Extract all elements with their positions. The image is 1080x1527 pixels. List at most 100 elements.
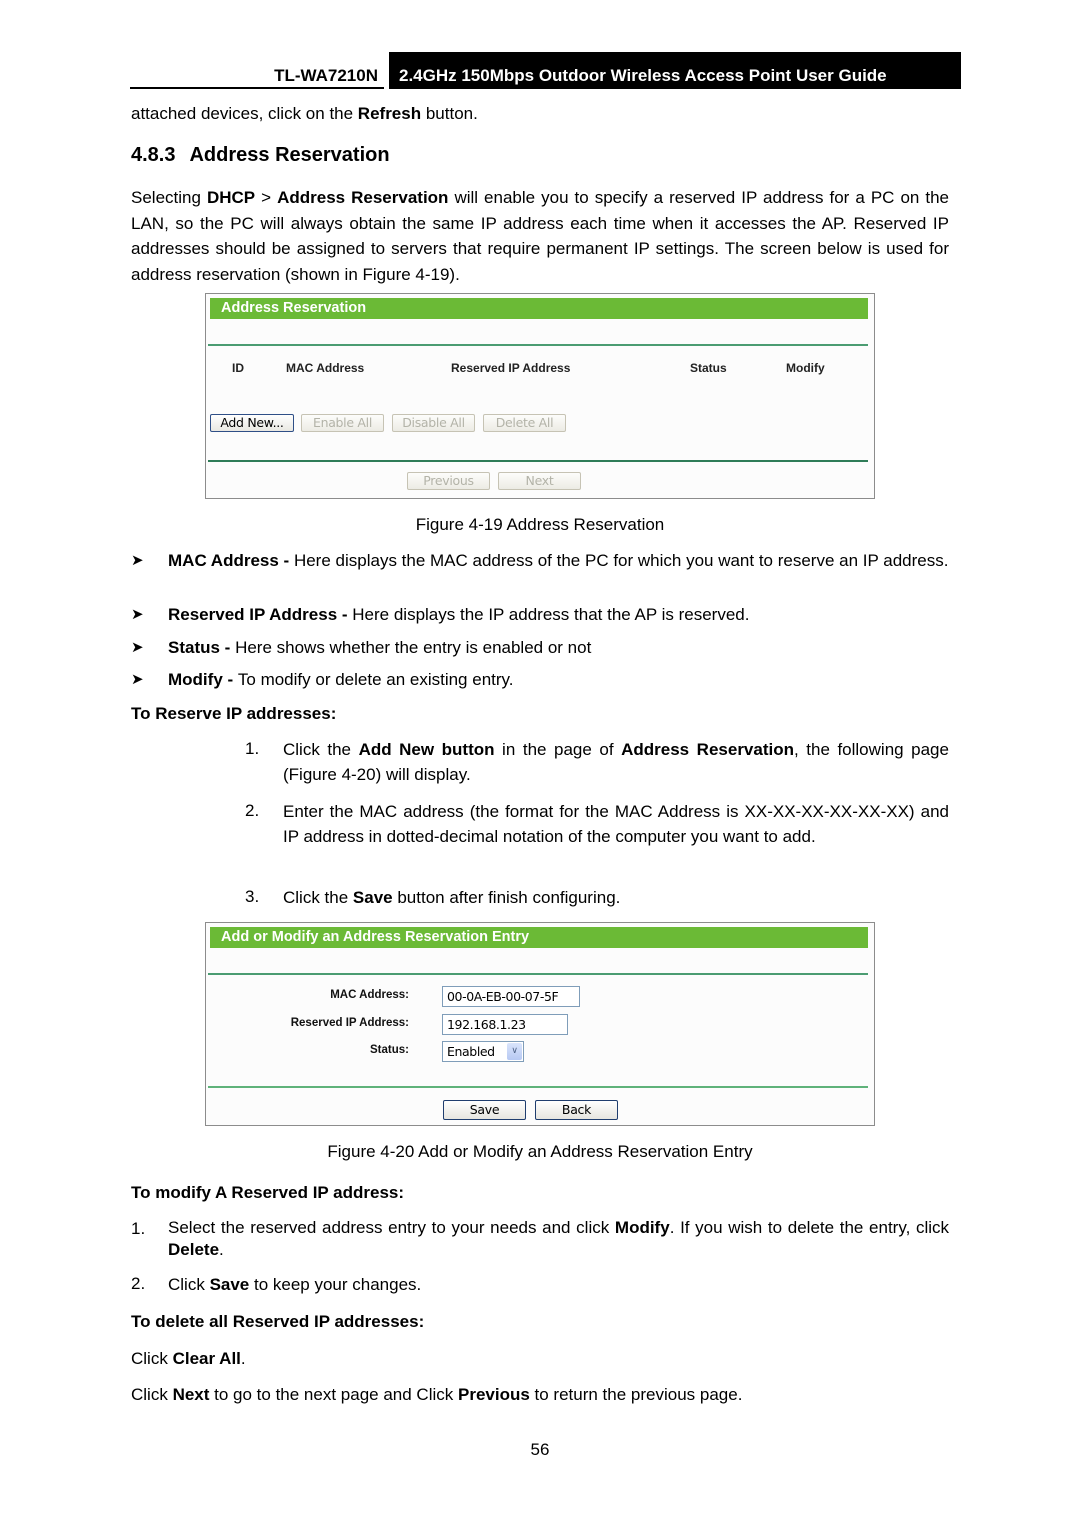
status-select[interactable]: Enabled ∨ <box>442 1041 524 1062</box>
panel-title-bar: Add or Modify an Address Reservation Ent… <box>210 927 868 948</box>
mac-address-label: MAC Address: <box>330 989 409 1001</box>
bullet-desc: To modify or delete an existing entry. <box>237 670 514 689</box>
intro-text: attached devices, click on the <box>131 104 358 123</box>
para-text: > <box>255 188 278 207</box>
line-text: to return the previous page. <box>529 1385 743 1404</box>
panel-separator-bottom <box>208 460 868 462</box>
save-button[interactable]: Save <box>443 1100 526 1120</box>
step-number: 1. <box>131 1219 146 1238</box>
modify-heading: To modify A Reserved IP address: <box>131 1183 405 1202</box>
step-text: Select the reserved address entry to you… <box>168 1218 615 1237</box>
status-select-value: Enabled <box>447 1044 495 1059</box>
column-header-modify: Modify <box>786 361 825 375</box>
reserve-step-2: Enter the MAC address (the format for th… <box>283 799 949 849</box>
chevron-down-icon[interactable]: ∨ <box>507 1043 522 1060</box>
arrow-bullet-icon: ➤ <box>131 606 144 623</box>
column-header-id: ID <box>232 361 244 375</box>
bullet-desc: Here displays the IP address that the AP… <box>352 605 750 624</box>
step-text: Click the <box>283 740 359 759</box>
address-reservation-panel: Address Reservation ID MAC Address Reser… <box>205 293 875 499</box>
para-bold-address-reservation: Address Reservation <box>277 188 449 207</box>
reserved-ip-input[interactable]: 192.168.1.23 <box>442 1014 568 1035</box>
delete-all-button[interactable]: Delete All <box>483 414 566 432</box>
intro-paragraph: Selecting DHCP > Address Reservation wil… <box>131 185 949 287</box>
modify-step-2: Click Save to keep your changes. <box>168 1272 421 1297</box>
reserve-heading: To Reserve IP addresses: <box>131 704 337 723</box>
delete-heading: To delete all Reserved IP addresses: <box>131 1312 425 1331</box>
step-bold: Modify <box>614 1218 670 1237</box>
bullet-reserved-ip: Reserved IP Address - Here displays the … <box>168 604 949 626</box>
step-text: in the page of <box>494 740 622 759</box>
step-number: 1. <box>245 739 260 758</box>
figure-caption-4-19: Figure 4-19 Address Reservation <box>415 515 665 534</box>
enable-all-button[interactable]: Enable All <box>301 414 384 432</box>
add-new-button[interactable]: Add New... <box>210 414 294 432</box>
step-text: to keep your changes. <box>249 1275 422 1294</box>
header-model: TL-WA7210N <box>130 52 384 89</box>
step-bold: Save <box>352 888 393 907</box>
column-header-status: Status <box>690 361 727 375</box>
section-number: 4.8.3 <box>131 144 176 166</box>
panel-separator-top <box>208 344 868 346</box>
next-previous-line: Click Next to go to the next page and Cl… <box>131 1382 742 1407</box>
line-text: to go to the next page and Click <box>209 1385 458 1404</box>
step-text: . If you wish to delete the entry, click <box>669 1218 950 1237</box>
back-button[interactable]: Back <box>535 1100 618 1120</box>
bullet-desc: Here displays the MAC address of the PC … <box>293 551 949 570</box>
step-number: 2. <box>245 801 260 820</box>
bullet-term: Modify - <box>168 670 238 689</box>
page-number: 56 <box>530 1440 550 1459</box>
status-label: Status: <box>370 1044 409 1056</box>
add-modify-entry-panel: Add or Modify an Address Reservation Ent… <box>205 922 875 1126</box>
step-number: 2. <box>131 1274 146 1293</box>
reserved-ip-label: Reserved IP Address: <box>290 1017 409 1029</box>
figure-caption-4-20: Figure 4-20 Add or Modify an Address Res… <box>327 1142 753 1161</box>
column-header-reserved-ip: Reserved IP Address <box>451 361 571 375</box>
previous-button[interactable]: Previous <box>407 472 490 490</box>
line-bold: Clear All <box>172 1349 241 1368</box>
clear-all-line: Click Clear All. <box>131 1346 246 1371</box>
disable-all-button[interactable]: Disable All <box>392 414 475 432</box>
step-bold: Delete <box>168 1240 220 1259</box>
section-title: Address Reservation <box>189 144 390 166</box>
step-text: Enter the MAC address (the format for th… <box>283 802 949 846</box>
bullet-modify: Modify - To modify or delete an existing… <box>168 669 949 691</box>
reserve-step-1: Click the Add New button in the page of … <box>283 737 949 787</box>
para-text: Selecting <box>131 188 207 207</box>
intro-line: attached devices, click on the Refresh b… <box>131 101 478 126</box>
step-text: . <box>219 1240 224 1259</box>
bullet-mac-address: MAC Address - Here displays the MAC addr… <box>168 550 949 572</box>
arrow-bullet-icon: ➤ <box>131 552 144 569</box>
bullet-status: Status - Here shows whether the entry is… <box>168 637 949 659</box>
arrow-bullet-icon: ➤ <box>131 671 144 688</box>
next-button[interactable]: Next <box>498 472 581 490</box>
step-bold: Add New button <box>358 740 495 759</box>
modify-step-1: Select the reserved address entry to you… <box>168 1217 949 1261</box>
bullet-term: Status - <box>168 638 236 657</box>
bullet-desc: Here shows whether the entry is enabled … <box>235 638 592 657</box>
step-text: button after finish configuring. <box>392 888 621 907</box>
line-bold: Previous <box>457 1385 530 1404</box>
intro-text-end: button. <box>421 104 478 123</box>
column-header-mac-address: MAC Address <box>286 361 365 375</box>
panel-separator-top <box>208 973 868 975</box>
step-text: Click <box>168 1275 210 1294</box>
reserve-step-3: Click the Save button after finish confi… <box>283 885 949 910</box>
panel-title-bar: Address Reservation <box>210 298 868 319</box>
arrow-bullet-icon: ➤ <box>131 639 144 656</box>
line-text: Click <box>131 1349 173 1368</box>
line-bold: Next <box>172 1385 210 1404</box>
step-bold: Address Reservation <box>621 740 794 759</box>
para-bold-dhcp: DHCP <box>206 188 256 207</box>
step-bold: Save <box>209 1275 250 1294</box>
line-text: Click <box>131 1385 173 1404</box>
step-text: Click the <box>283 888 353 907</box>
step-number: 3. <box>245 887 260 906</box>
header-guide-title: 2.4GHz 150Mbps Outdoor Wireless Access P… <box>389 52 961 89</box>
bullet-term: Reserved IP Address - <box>168 605 353 624</box>
line-text: . <box>240 1349 246 1368</box>
intro-bold: Refresh <box>357 104 422 123</box>
panel-separator-bottom <box>208 1086 868 1088</box>
mac-address-input[interactable]: 00-0A-EB-00-07-5F <box>442 986 580 1007</box>
bullet-term: MAC Address - <box>168 551 294 570</box>
